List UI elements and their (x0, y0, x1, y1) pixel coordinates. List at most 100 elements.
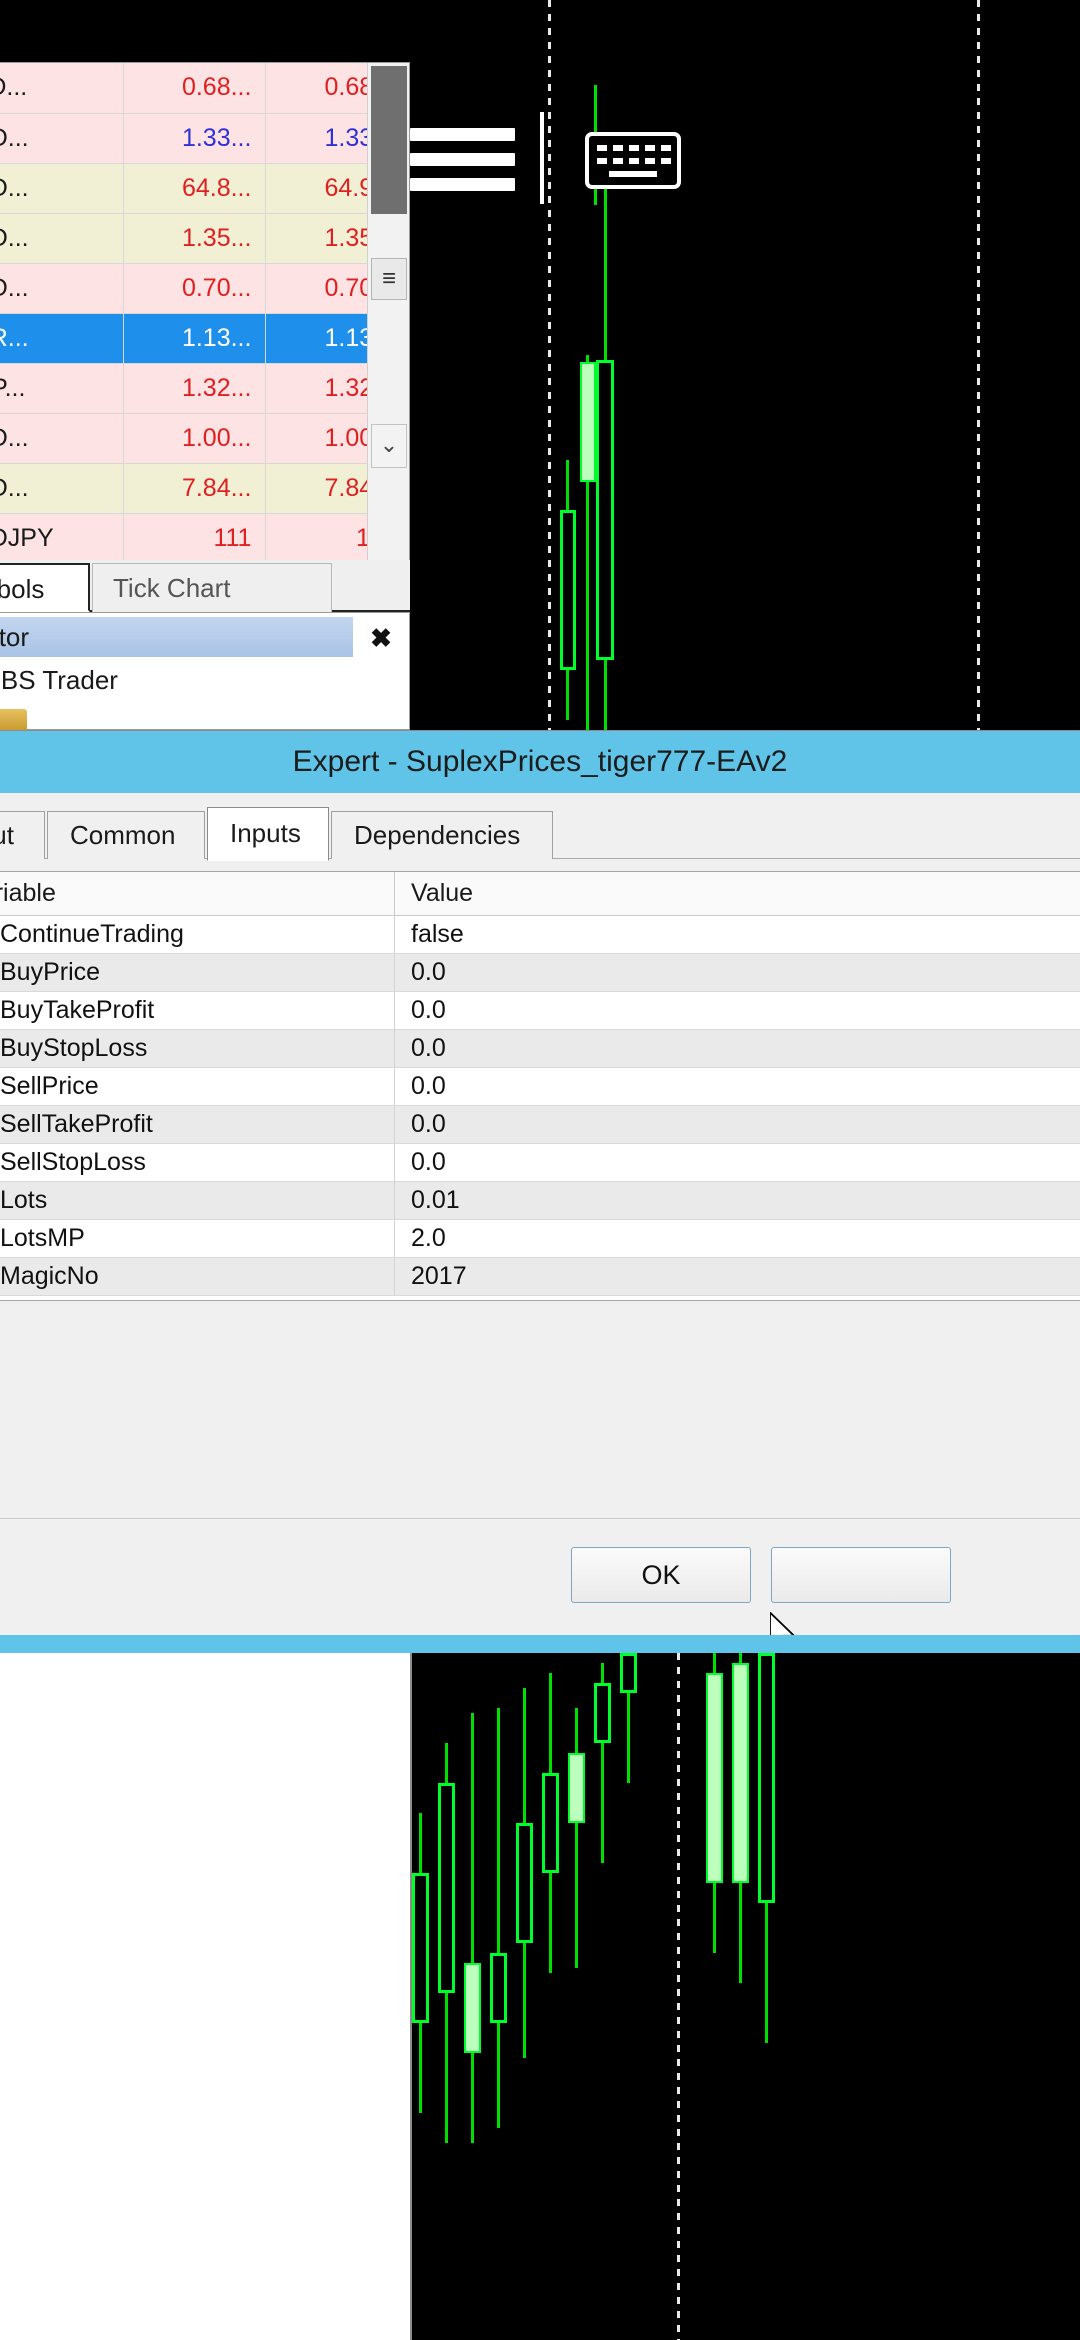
table-row[interactable]: ½BuyPrice0.0 (0, 954, 1080, 992)
candlestick-wick (471, 1713, 474, 2143)
value-cell[interactable]: 0.0 (395, 1030, 1080, 1068)
candlestick-body (594, 1683, 611, 1743)
variable-label: SellPrice (0, 1072, 99, 1101)
tab-about[interactable]: About (0, 811, 45, 859)
market-watch-panel[interactable]: NZD...0.68...0.68...USD...1.33...1.33...… (0, 62, 410, 587)
value-cell[interactable]: 0.0 (395, 1106, 1080, 1144)
table-row[interactable]: ½LotsMP2.0 (0, 1220, 1080, 1258)
value-cell[interactable]: 0.0 (395, 992, 1080, 1030)
symbol-cell: USD... (0, 163, 123, 213)
table-row[interactable]: USD...64.8...64.9... (0, 163, 409, 213)
variable-label: SellStopLoss (0, 1148, 146, 1177)
table-row[interactable]: AUD...0.70...0.70... (0, 263, 409, 313)
symbol-cell: AUD... (0, 263, 123, 313)
value-cell[interactable]: 2.0 (395, 1220, 1080, 1258)
table-row[interactable]: 123MagicNo2017 (0, 1258, 1080, 1296)
table-row[interactable]: USD...1.35...1.35... (0, 213, 409, 263)
candlestick-body (620, 1653, 637, 1693)
bid-cell: 0.68... (123, 63, 266, 113)
candlestick-body (706, 1673, 723, 1883)
variable-cell: ½LotsMP (0, 1220, 395, 1258)
table-row[interactable]: EUR...1.13...1.13... (0, 313, 409, 363)
candlestick-body (568, 1753, 585, 1823)
navigator-title: vigator (0, 617, 353, 657)
ok-button[interactable]: OK (571, 1547, 751, 1603)
value-cell[interactable]: 2017 (395, 1258, 1080, 1296)
table-row[interactable]: ↗ContinueTradingfalse (0, 916, 1080, 954)
value-cell[interactable]: false (395, 916, 1080, 954)
table-row[interactable]: USD...7.84...7.84... (0, 463, 409, 513)
tab-common[interactable]: Common (47, 811, 205, 859)
symbol-cell: USD... (0, 213, 123, 263)
navigator-item-account[interactable]: FBS Trader (0, 665, 118, 696)
market-watch-tabbar: ymbols Tick Chart (0, 560, 410, 612)
variable-cell: ½Lots (0, 1182, 395, 1220)
chevron-down-icon[interactable]: ⌄ (371, 424, 407, 468)
variable-cell: 123MagicNo (0, 1258, 395, 1296)
tab-inputs[interactable]: Inputs (207, 807, 329, 861)
value-cell[interactable]: 0.0 (395, 954, 1080, 992)
candlestick-wick (575, 1708, 578, 1968)
folder-icon (0, 709, 27, 731)
bid-cell: 1.35... (123, 213, 266, 263)
candlestick-wick (497, 1708, 500, 2128)
candlestick-body (516, 1823, 533, 1943)
hamburger-menu-icon[interactable] (410, 128, 515, 190)
scrollbar-thumb[interactable] (371, 66, 407, 214)
tab-tick-chart[interactable]: Tick Chart (92, 563, 332, 612)
tab-symbols[interactable]: ymbols (0, 563, 90, 612)
table-row[interactable]: ½SellPrice0.0 (0, 1068, 1080, 1106)
variable-cell: ½BuyTakeProfit (0, 992, 395, 1030)
dialog-body: About Common Inputs Dependencies Variabl… (0, 793, 1080, 1636)
keyboard-icon[interactable] (585, 132, 681, 189)
table-row[interactable]: ½Lots0.01 (0, 1182, 1080, 1220)
variable-cell: ½BuyPrice (0, 954, 395, 992)
chart-gridline-vertical (977, 0, 980, 730)
variable-cell: ½SellStopLoss (0, 1144, 395, 1182)
value-cell[interactable]: 0.0 (395, 1144, 1080, 1182)
candlestick-body (438, 1783, 455, 1993)
dialog-footer: OK (0, 1518, 1080, 1636)
symbol-cell: USDJPY (0, 513, 123, 563)
table-row[interactable]: ½SellTakeProfit0.0 (0, 1106, 1080, 1144)
inputs-grid-header: Variable Value (0, 872, 1080, 916)
variable-cell: ↗ContinueTrading (0, 916, 395, 954)
variable-label: Lots (0, 1186, 47, 1215)
value-cell[interactable]: 0.01 (395, 1182, 1080, 1220)
price-chart-top[interactable] (420, 0, 1080, 730)
table-row[interactable]: USDJPY111111 (0, 513, 409, 563)
symbol-cell: GBP... (0, 363, 123, 413)
tab-dependencies[interactable]: Dependencies (331, 811, 553, 859)
candlestick-body (464, 1963, 481, 2053)
variable-label: MagicNo (0, 1262, 99, 1291)
table-row[interactable]: ½BuyTakeProfit0.0 (0, 992, 1080, 1030)
grip-icon[interactable]: ≡ (371, 258, 407, 300)
bottom-area (0, 1635, 1080, 2340)
price-chart-bottom[interactable] (412, 1653, 1080, 2340)
navigator-panel[interactable]: vigator ✖ FBS Trader (0, 612, 410, 730)
candlestick-body (412, 1873, 429, 2023)
value-cell[interactable]: 0.0 (395, 1068, 1080, 1106)
symbol-cell: NZD... (0, 63, 123, 113)
chart-gridline-vertical (677, 1653, 680, 2340)
close-icon[interactable]: ✖ (363, 621, 399, 655)
table-row[interactable]: USD...1.00...1.00... (0, 413, 409, 463)
inputs-grid[interactable]: Variable Value ↗ContinueTradingfalse½Buy… (0, 871, 1080, 1301)
cancel-button[interactable] (771, 1547, 951, 1603)
table-row[interactable]: GBP...1.32...1.32... (0, 363, 409, 413)
symbol-cell: EUR... (0, 313, 123, 363)
market-watch-scrollbar[interactable]: ≡ ⌄ (367, 63, 409, 586)
chart-gridline-vertical (548, 0, 551, 730)
market-watch-table: NZD...0.68...0.68...USD...1.33...1.33...… (0, 63, 409, 564)
table-row[interactable]: NZD...0.68...0.68... (0, 63, 409, 113)
navigator-item-label: FBS Trader (0, 665, 118, 696)
table-row[interactable]: ½SellStopLoss0.0 (0, 1144, 1080, 1182)
bid-cell: 1.13... (123, 313, 266, 363)
column-header-value: Value (395, 872, 1080, 915)
expert-settings-dialog[interactable]: Expert - SuplexPrices_tiger777-EAv2 Abou… (0, 730, 1080, 1635)
dialog-tabstrip: About Common Inputs Dependencies (0, 807, 1080, 859)
bid-cell: 1.32... (123, 363, 266, 413)
table-row[interactable]: ½BuyStopLoss0.0 (0, 1030, 1080, 1068)
table-row[interactable]: USD...1.33...1.33... (0, 113, 409, 163)
candlestick-body (732, 1663, 749, 1883)
